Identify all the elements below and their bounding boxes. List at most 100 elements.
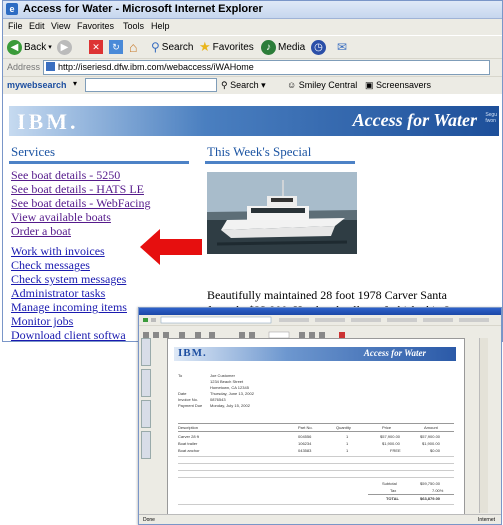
boat-illustration (207, 172, 357, 254)
total-label: TOTAL (386, 496, 399, 501)
favorites-button[interactable]: ★ Favorites (199, 39, 254, 55)
vertical-scrollbar[interactable] (479, 338, 488, 513)
home-button[interactable]: ⌂ (129, 39, 137, 55)
bookmark-tabs[interactable] (141, 338, 151, 508)
link-boat-details-5250[interactable]: See boat details - 5250 (11, 168, 120, 183)
search-button[interactable]: ⚲ Search (151, 39, 193, 55)
page-content: IBM. Access for Water Segu fwon Services… (3, 94, 502, 341)
field-value: 0876543 (210, 397, 226, 402)
link-check-system-messages[interactable]: Check system messages (11, 272, 126, 287)
invoice-title-bar (139, 308, 501, 315)
toolbar-search-button[interactable]: ⚲ Search ▾ (221, 80, 266, 91)
cell: 1 (346, 434, 349, 439)
banner-subtitle: Segu fwon (485, 112, 497, 124)
refresh-icon: ↻ (109, 40, 123, 54)
history-button[interactable]: ◷ (311, 39, 326, 55)
media-icon: ♪ (261, 39, 276, 55)
back-button[interactable]: ◀ Back ▾ (7, 39, 52, 55)
forward-button[interactable]: ▶ (57, 39, 72, 55)
field-label: To (178, 373, 183, 378)
invoice-ibm-logo: IBM. (178, 347, 207, 359)
stop-icon: ✕ (89, 40, 103, 54)
link-work-with-invoices[interactable]: Work with invoices (11, 244, 105, 259)
link-view-available-boats[interactable]: View available boats (11, 210, 111, 225)
table-rule (178, 477, 454, 478)
field-label: Date (178, 391, 187, 396)
invoice-toolbar (139, 325, 501, 339)
link-manage-incoming-items[interactable]: Manage incoming items (11, 300, 127, 315)
field-value: Thursday, June 13, 2002 (210, 391, 254, 396)
smiley-central-button[interactable]: ☺ Smiley Central (287, 80, 357, 90)
total-value: $59,750.00 (420, 481, 441, 486)
menu-help[interactable]: Help (151, 21, 170, 31)
screensavers-button[interactable]: ▣ Screensavers (365, 80, 431, 91)
cell: Boat anchor (178, 448, 200, 453)
status-text: Done (143, 517, 155, 523)
search-label: Search (161, 41, 194, 53)
dropdown-icon[interactable]: ▾ (73, 79, 77, 88)
cell: 1 (346, 448, 349, 453)
total-label: Subtotal (382, 481, 397, 486)
toolbar-search-label: Search (230, 80, 259, 90)
address-input[interactable]: http://iseriesd.dfw.ibm.com/webaccess/iW… (43, 60, 490, 75)
ibm-logo: IBM. (17, 109, 79, 135)
header-banner: IBM. Access for Water Segu fwon (9, 106, 499, 136)
table-rule (178, 504, 454, 505)
link-monitor-jobs[interactable]: Monitor jobs (11, 314, 73, 329)
cell: $1,900.00 (382, 441, 400, 446)
star-icon: ★ (199, 39, 211, 54)
table-rule (178, 456, 454, 457)
link-boat-details-webfacing[interactable]: See boat details - WebFacing (11, 196, 150, 211)
total-value: $63,879.00 (420, 496, 441, 501)
table-rule (178, 463, 454, 464)
cell: Carver 28 ft (178, 434, 199, 439)
red-arrow-icon (140, 229, 202, 265)
favorites-label: Favorites (212, 41, 254, 53)
field-label: Invoice No. (178, 397, 199, 402)
services-rule (9, 161, 189, 164)
media-label: Media (278, 41, 306, 53)
menu-file[interactable]: File (8, 21, 23, 31)
column-header: Part No. (298, 425, 313, 430)
special-heading: This Week's Special (207, 144, 312, 159)
link-boat-details-hats[interactable]: See boat details - HATS LE (11, 182, 144, 197)
link-order-a-boat[interactable]: Order a boat (11, 224, 71, 239)
field-value: Monday, July 15, 2002 (210, 403, 250, 408)
stop-button[interactable]: ✕ (89, 39, 103, 55)
screensaver-icon: ▣ (365, 80, 377, 90)
search-icon: ⚲ (221, 80, 231, 90)
media-button[interactable]: ♪ Media (261, 39, 305, 55)
link-download-client-software[interactable]: Download client softwa (11, 328, 126, 341)
smiley-icon: ☺ (287, 80, 299, 90)
mail-icon: ✉ (337, 40, 348, 54)
cell: Boat trailer (178, 441, 198, 446)
table-rule (368, 494, 454, 495)
menu-view[interactable]: View (51, 21, 70, 31)
cell: 1 (346, 441, 349, 446)
invoice-window: IBM. Access for Water To Joe Customer 12… (138, 307, 502, 525)
refresh-button[interactable]: ↻ (109, 39, 123, 55)
link-administrator-tasks[interactable]: Administrator tasks (11, 286, 105, 301)
column-header: Price (382, 425, 392, 430)
menu-edit[interactable]: Edit (29, 21, 45, 31)
link-check-messages[interactable]: Check messages (11, 258, 90, 273)
invoice-status-bar: Done Internet (139, 514, 501, 524)
special-rule (205, 161, 355, 164)
toolbar: ◀ Back ▾ ▶ ✕ ↻ ⌂ ⚲ Search ★ Favorites ♪ … (3, 35, 502, 58)
mail-button[interactable]: ✉ (337, 39, 347, 55)
forward-arrow-icon: ▶ (57, 39, 72, 55)
menu-bar: File Edit View Favorites Tools Help (3, 19, 502, 35)
total-label: Tax (390, 488, 397, 493)
menu-favorites[interactable]: Favorites (77, 21, 114, 31)
home-icon: ⌂ (129, 39, 138, 55)
boat-photo (207, 172, 357, 254)
menu-tools[interactable]: Tools (123, 21, 144, 31)
toolbar-search-input[interactable] (85, 78, 217, 92)
ie-icon: e (6, 3, 18, 15)
address-bar: Address http://iseriesd.dfw.ibm.com/weba… (3, 58, 502, 76)
back-label: Back (24, 41, 47, 53)
special-description-line1: Beautifully maintained 28 foot 1978 Carv… (207, 288, 447, 302)
column-header: Description (178, 425, 199, 430)
cell: 004556 (298, 434, 312, 439)
smiley-label: Smiley Central (298, 80, 358, 90)
